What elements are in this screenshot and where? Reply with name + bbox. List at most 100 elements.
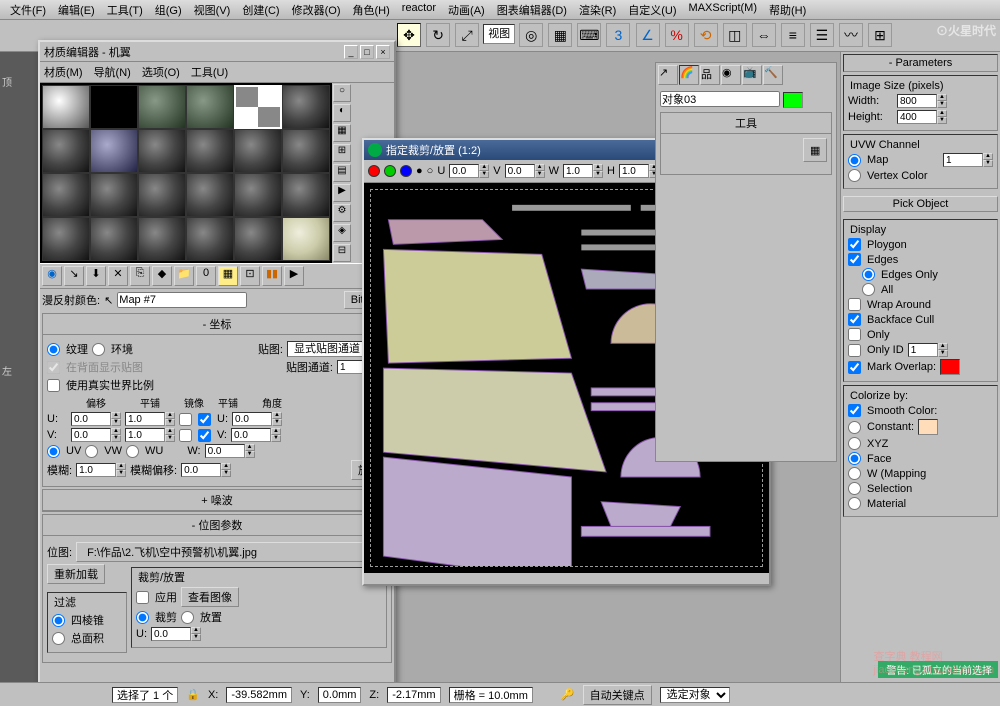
utilities-tab-icon[interactable]: 🔨 [763,65,783,85]
blur-spinner[interactable] [76,463,116,477]
go-forward-icon[interactable]: ▶ [284,266,304,286]
assign-icon[interactable]: ⬇ [86,266,106,286]
spinner-snap-icon[interactable]: ⟲ [694,23,718,47]
constant-radio[interactable] [848,421,861,434]
material-slot[interactable] [186,129,234,173]
options-icon[interactable]: ⚙ [333,204,351,222]
tools-rollout-header[interactable]: 工具 [661,113,831,134]
red-channel-icon[interactable] [368,165,380,177]
show-map-icon[interactable]: ▦ [218,266,238,286]
autokey-button[interactable]: 自动关键点 [583,685,652,705]
material-slot[interactable] [42,129,90,173]
green-channel-icon[interactable] [384,165,396,177]
pivot-icon[interactable]: ◎ [519,23,543,47]
me-menu-tools[interactable]: 工具(U) [191,67,228,79]
bitmap-rollout-header[interactable]: - 位图参数 [43,515,391,536]
main-menubar[interactable]: 文件(F) 编辑(E) 工具(T) 组(G) 视图(V) 创建(C) 修改器(O… [0,0,1000,20]
edges-only-radio[interactable] [862,268,875,281]
material-slot[interactable] [90,85,138,129]
maximize-icon[interactable]: □ [360,45,374,59]
menu-customize[interactable]: 自定义(U) [622,2,682,17]
crop-u-input[interactable] [449,164,479,178]
object-color-swatch[interactable] [783,92,803,108]
only-id-checkbox[interactable] [848,344,861,357]
v-angle-spinner[interactable] [231,428,271,442]
material-slot-selected[interactable] [234,85,282,129]
material-slot[interactable] [42,173,90,217]
percent-snap-icon[interactable]: % [665,23,689,47]
video-check-icon[interactable]: ▤ [333,164,351,182]
height-spinner[interactable] [897,110,937,124]
menu-render[interactable]: 渲染(R) [573,2,622,17]
menu-tools[interactable]: 工具(T) [101,2,149,17]
schematic-icon[interactable]: ⊞ [868,23,892,47]
bluroff-spinner[interactable] [181,463,221,477]
texture-radio[interactable] [47,343,60,356]
map-radio[interactable] [848,154,861,167]
menu-maxscript[interactable]: MAXScript(M) [683,2,763,17]
v-offset-spinner[interactable] [71,428,111,442]
crop-v-input[interactable] [505,164,535,178]
noise-rollout-header[interactable]: + 噪波 [43,490,391,511]
place-radio[interactable] [181,611,194,624]
menu-edit[interactable]: 编辑(E) [52,2,101,17]
parameters-header[interactable]: - Parameters [843,54,998,72]
key-mode-combo[interactable]: 选定对象 [660,687,730,703]
select-by-mat-icon[interactable]: ◈ [333,224,351,242]
material-slot[interactable] [234,173,282,217]
menu-help[interactable]: 帮助(H) [763,2,812,17]
rotate-tool-icon[interactable]: ↻ [426,23,450,47]
constant-color-swatch[interactable] [918,419,938,435]
create-tab-icon[interactable]: ↗ [658,65,678,85]
crop-h-input[interactable] [619,164,649,178]
motion-tab-icon[interactable]: ◉ [721,65,741,85]
realworld-checkbox[interactable] [47,379,60,392]
scale-tool-icon[interactable]: ⤢ [455,23,479,47]
uv-radio[interactable] [47,445,60,458]
object-name-input[interactable] [660,91,780,107]
mark-overlap-checkbox[interactable] [848,361,861,374]
coords-rollout-header[interactable]: - 坐标 [43,314,391,335]
u-offset-spinner[interactable] [71,412,111,426]
layers-icon[interactable]: ☰ [810,23,834,47]
w-angle-spinner[interactable] [205,444,245,458]
material-slot[interactable] [234,129,282,173]
menu-file[interactable]: 文件(F) [4,2,52,17]
me-menu-options[interactable]: 选项(O) [142,67,180,79]
keyboard-icon[interactable]: ⌨ [577,23,601,47]
material-slot[interactable] [138,217,186,261]
face-radio[interactable] [848,452,861,465]
wu-radio[interactable] [126,445,139,458]
modify-tab-icon[interactable]: 🌈 [679,65,699,85]
backlight-icon[interactable]: ◐ [333,104,351,122]
material-slot[interactable] [186,85,234,129]
u-tile-checkbox[interactable] [198,413,211,426]
put-library-icon[interactable]: 📁 [174,266,194,286]
material-slot[interactable] [282,173,330,217]
material-slot[interactable] [42,217,90,261]
mat-slots-icon[interactable]: ⊟ [333,244,351,262]
material-slot[interactable] [186,217,234,261]
menu-animation[interactable]: 动画(A) [442,2,491,17]
material-radio[interactable] [848,497,861,510]
u-tile-spinner[interactable] [125,412,165,426]
selection-radio[interactable] [848,482,861,495]
material-slot[interactable] [282,129,330,173]
menu-modifier[interactable]: 修改器(O) [286,2,347,17]
apply-checkbox[interactable] [136,591,149,604]
edges-checkbox[interactable] [848,253,861,266]
bitmap-path-button[interactable]: F:\作品\2.飞机\空中预警机\机翼.jpg [76,542,387,562]
material-slot[interactable] [282,85,330,129]
xyz-radio[interactable] [848,437,861,450]
sample-uv-icon[interactable]: ⊞ [333,144,351,162]
menu-character[interactable]: 角色(H) [347,2,396,17]
snap-icon[interactable]: 3 [606,23,630,47]
pick-object-button[interactable]: Pick Object [843,196,998,212]
v-tile-checkbox[interactable] [198,429,211,442]
minimize-icon[interactable]: _ [344,45,358,59]
material-slot[interactable] [282,217,330,261]
v-tile-spinner[interactable] [125,428,165,442]
put-to-scene-icon[interactable]: ↘ [64,266,84,286]
menu-group[interactable]: 组(G) [149,2,188,17]
make-preview-icon[interactable]: ▶ [333,184,351,202]
